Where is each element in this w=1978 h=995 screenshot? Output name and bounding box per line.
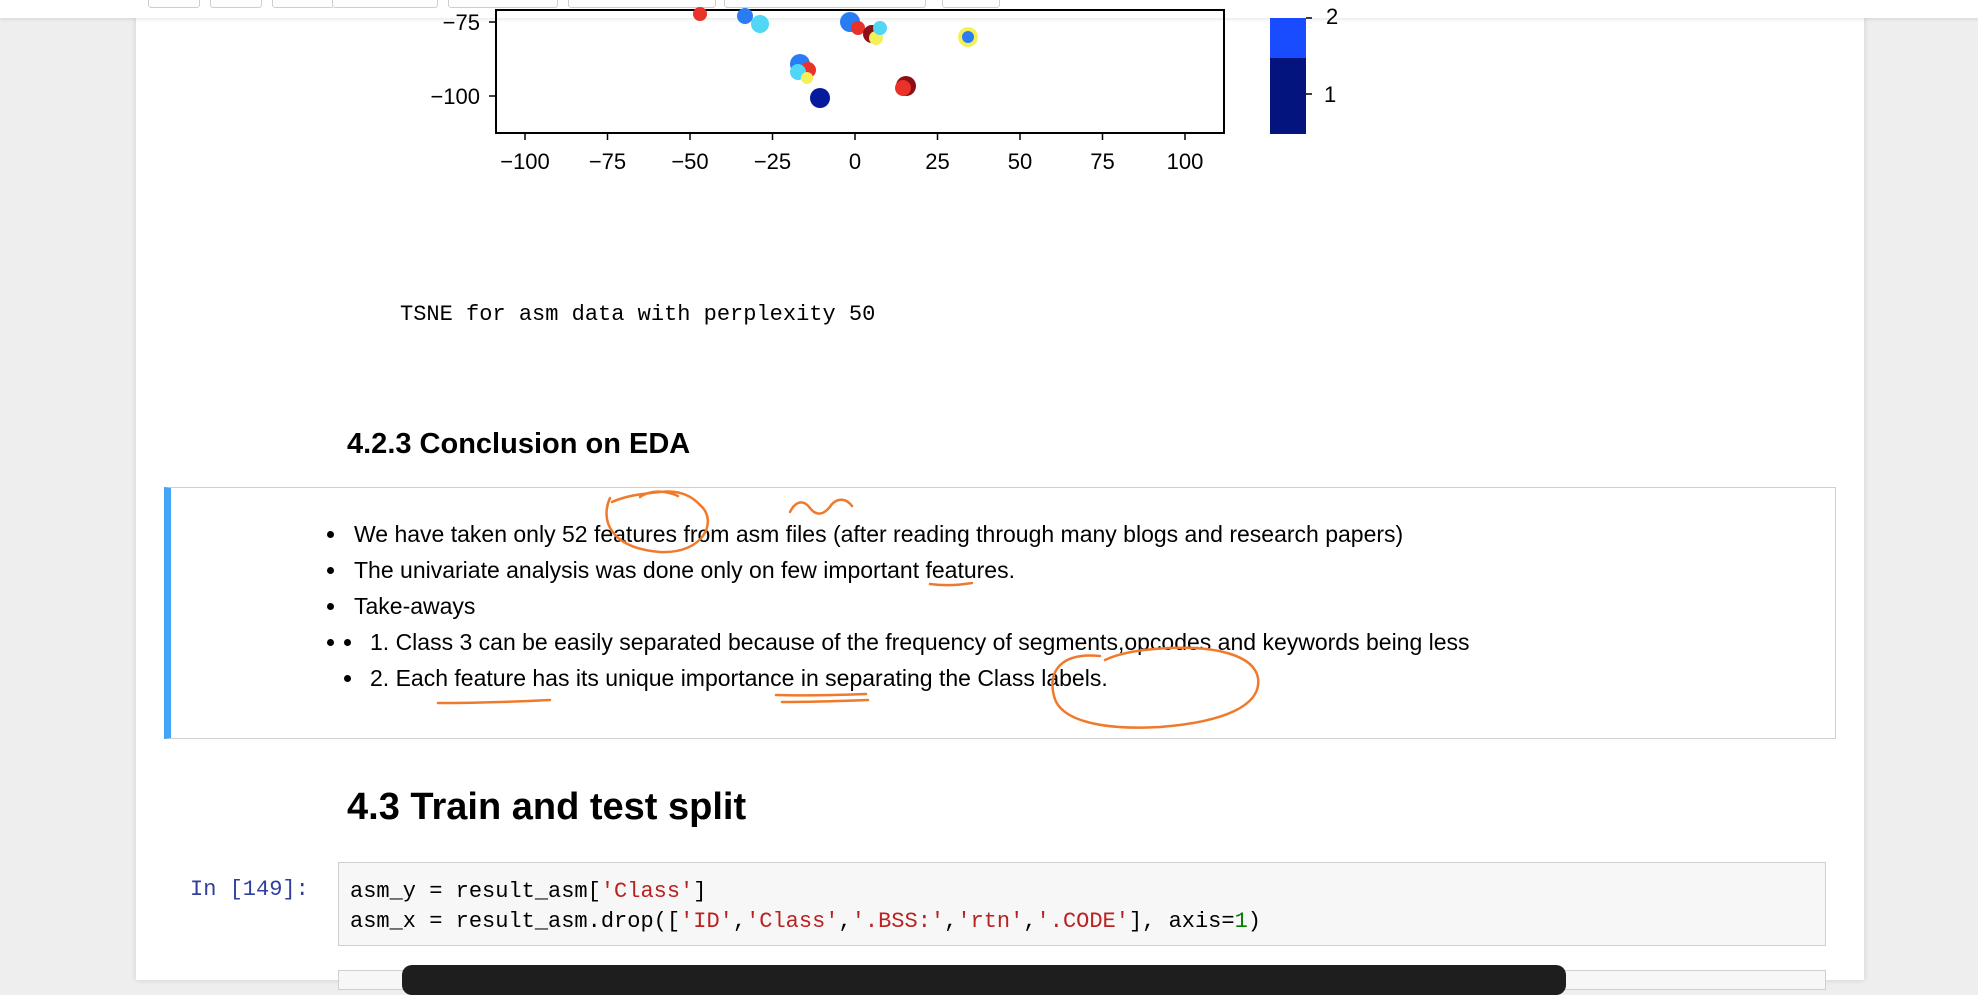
x-tick-label: 100 xyxy=(1167,149,1204,174)
cell-output-text: TSNE for asm data with perplexity 50 xyxy=(400,302,876,327)
code-token: , xyxy=(838,909,852,934)
list-item: We have taken only 52 features from asm … xyxy=(327,516,1754,552)
colorbar-bottom xyxy=(1270,58,1306,134)
code-string: 'Class' xyxy=(600,879,694,904)
scatter-point xyxy=(693,7,707,21)
code-token: , xyxy=(1023,909,1037,934)
code-token: ) xyxy=(1247,909,1261,934)
x-tick-label: 0 xyxy=(849,149,861,174)
conclusion-list: We have taken only 52 features from asm … xyxy=(327,516,1754,696)
screen-dock xyxy=(402,965,1566,995)
x-tick-label: −50 xyxy=(671,149,708,174)
x-tick-label: −100 xyxy=(500,149,550,174)
scatter-point xyxy=(873,21,887,35)
code-cell[interactable]: asm_y = result_asm['Class'] asm_x = resu… xyxy=(338,862,1826,946)
code-token: ], axis= xyxy=(1128,909,1235,934)
section-heading-eda: 4.2.3 Conclusion on EDA xyxy=(347,428,691,460)
scatter-point xyxy=(851,21,865,35)
scatter-point xyxy=(801,72,813,84)
scatter-point xyxy=(810,88,830,108)
section-heading-split: 4.3 Train and test split xyxy=(347,786,747,828)
colorbar-tick-label: 2 xyxy=(1326,4,1338,29)
x-tick-label: 75 xyxy=(1090,149,1114,174)
code-string: 'Class' xyxy=(746,909,839,934)
x-tick-label: −25 xyxy=(754,149,791,174)
toolbar-button[interactable] xyxy=(210,0,262,8)
tsne-plot: −100 −75 −50 −25 0 25 50 75 100 −75 −100 2 1 xyxy=(430,4,1338,174)
y-tick-label: −100 xyxy=(430,84,480,109)
scatter-point xyxy=(895,80,911,96)
code-string: 'rtn' xyxy=(957,909,1024,934)
list-item: Take-aways xyxy=(327,588,1754,624)
code-number: 1 xyxy=(1234,909,1248,934)
x-tick-label: 50 xyxy=(1008,149,1032,174)
scatter-point xyxy=(737,8,753,24)
x-tick-label: 25 xyxy=(925,149,949,174)
list-item: The univariate analysis was done only on… xyxy=(327,552,1754,588)
toolbar-button[interactable] xyxy=(272,0,334,8)
toolbar-button[interactable] xyxy=(148,0,200,8)
code-string: '.CODE' xyxy=(1036,909,1129,934)
scatter-point xyxy=(962,31,974,43)
code-token: , xyxy=(732,909,747,934)
y-tick-label: −75 xyxy=(443,10,480,35)
sub-list-item: 2. Each feature has its unique importanc… xyxy=(344,660,1754,696)
scatter-point xyxy=(751,15,769,33)
colorbar-top xyxy=(1270,18,1306,58)
input-prompt: In [149]: xyxy=(190,877,309,902)
code-token: , xyxy=(944,909,958,934)
markdown-cell[interactable]: We have taken only 52 features from asm … xyxy=(164,487,1836,739)
code-string: 'ID' xyxy=(680,909,733,934)
code-token: ] xyxy=(693,879,707,904)
x-tick-label: −75 xyxy=(589,149,626,174)
colorbar-tick-label: 1 xyxy=(1324,82,1336,107)
code-token: asm_y = result_asm[ xyxy=(350,879,601,904)
code-token: asm_x = result_asm.drop([ xyxy=(350,909,681,934)
code-string: '.BSS:' xyxy=(851,909,945,934)
sub-list-item: 1. Class 3 can be easily separated becau… xyxy=(344,624,1754,660)
